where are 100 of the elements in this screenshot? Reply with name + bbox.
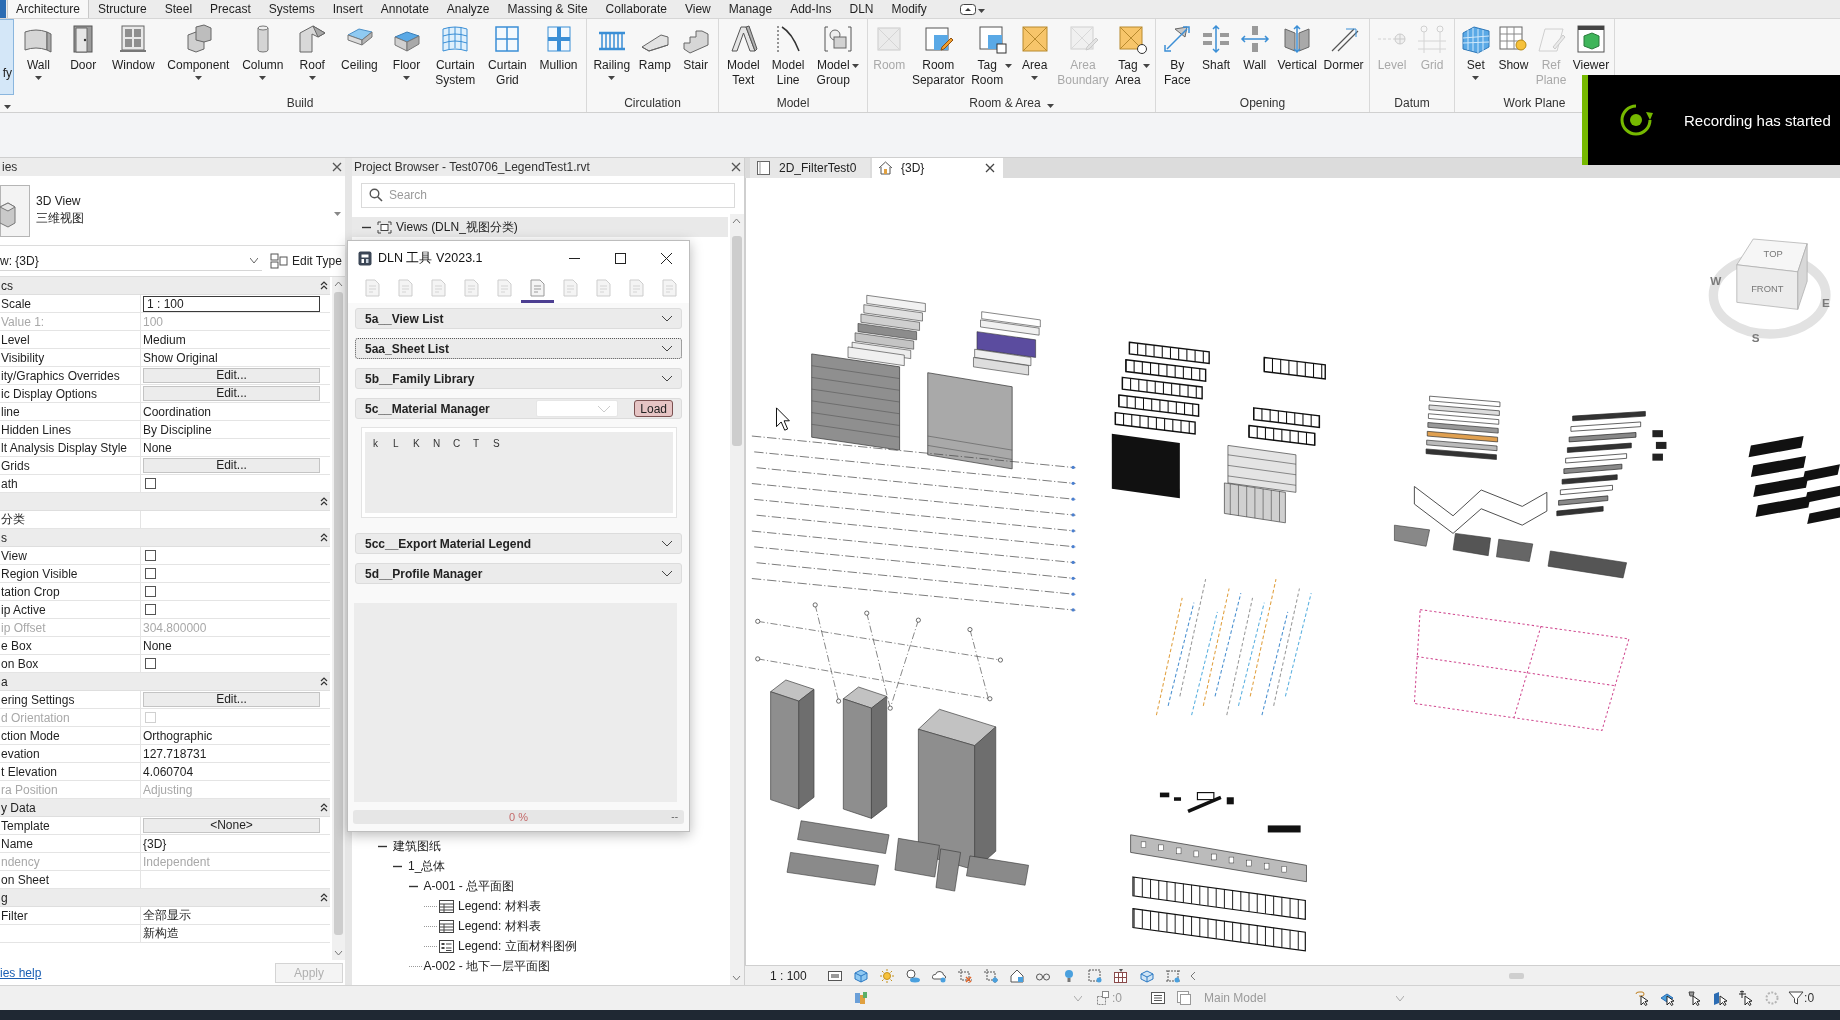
- section-header[interactable]: 5cc__Export Material Legend: [355, 533, 682, 554]
- section-header[interactable]: 5a__View List: [355, 308, 682, 329]
- ribbon-tool-button[interactable]: Room Separator: [910, 19, 966, 88]
- close-icon[interactable]: [985, 163, 995, 173]
- ribbon-tab[interactable]: Precast: [201, 0, 260, 18]
- close-icon[interactable]: [332, 162, 342, 172]
- cube-icon[interactable]: [852, 967, 869, 984]
- ribbon-tool-button[interactable]: Area: [1017, 19, 1052, 80]
- ribbon-tool-button[interactable]: Ceiling: [340, 19, 379, 73]
- edit-button[interactable]: Edit...: [143, 368, 320, 383]
- shadow-icon[interactable]: [904, 967, 921, 984]
- tree-item[interactable]: A-001 - 总平面图: [423, 877, 515, 895]
- edit-button[interactable]: Edit...: [143, 458, 320, 473]
- checkbox[interactable]: [145, 658, 156, 669]
- section-header[interactable]: 5c__Material Manager Load: [355, 398, 682, 419]
- document-tab[interactable]: 2D_FilterTest0: [750, 158, 870, 178]
- ribbon-tab[interactable]: Structure: [89, 0, 156, 18]
- ribbon-tab[interactable]: Insert: [323, 0, 372, 18]
- ribbon-tool-button[interactable]: Model Line: [770, 19, 806, 88]
- edit-button[interactable]: <None>: [143, 818, 320, 833]
- tree-header-row[interactable]: Views (DLN_视图分类): [352, 217, 728, 237]
- edit-type-button[interactable]: Edit Type: [270, 253, 342, 269]
- ribbon-tool-button[interactable]: Column: [241, 19, 285, 80]
- search-field[interactable]: Search: [361, 182, 735, 208]
- ribbon-tool-button[interactable]: Floor: [389, 19, 424, 80]
- scale-field[interactable]: 1 : 100: [143, 295, 320, 312]
- property-group-header[interactable]: g: [0, 889, 330, 907]
- help-link[interactable]: ies help: [0, 965, 42, 980]
- ribbon-tab[interactable]: Analyze: [437, 0, 499, 18]
- tree-item[interactable]: 建筑图纸: [392, 837, 441, 855]
- section-header[interactable]: 5d__Profile Manager: [355, 563, 682, 584]
- ribbon-tab[interactable]: DLN: [840, 0, 883, 18]
- modify-button[interactable]: fy: [0, 19, 14, 95]
- collapse-icon[interactable]: [320, 893, 328, 902]
- ribbon-tool-button[interactable]: Ramp: [637, 19, 672, 73]
- ribbon-tool-button[interactable]: Curtain Grid: [487, 19, 528, 88]
- checkbox[interactable]: [145, 550, 156, 561]
- ribbon-tool-button[interactable]: Tag Area: [1114, 19, 1151, 88]
- ribbon-tool-button[interactable]: Dormer: [1322, 19, 1365, 73]
- chevron-down-icon[interactable]: [661, 375, 673, 382]
- ribbon-tool-button[interactable]: Show: [1496, 19, 1531, 73]
- link-select-icon[interactable]: [1634, 990, 1651, 1006]
- scrollbar-thumb[interactable]: [1508, 972, 1524, 979]
- ribbon-tool-button[interactable]: Model Text: [726, 19, 761, 88]
- grid-box-icon[interactable]: [1112, 967, 1129, 984]
- ribbon-tool-button[interactable]: Wall: [21, 19, 56, 80]
- ribbon-tab[interactable]: Collaborate: [596, 0, 676, 18]
- property-group-header[interactable]: y Data: [0, 799, 330, 817]
- tree-item[interactable]: Legend: 材料表: [458, 897, 541, 915]
- house-icon[interactable]: [1008, 967, 1025, 984]
- tree-item[interactable]: 1_总体: [408, 857, 446, 875]
- tree-item[interactable]: Legend: 材料表: [458, 917, 541, 935]
- ribbon-tool-button[interactable]: Door: [66, 19, 101, 73]
- ribbon-tool-button[interactable]: Component: [166, 19, 231, 80]
- ribbon-tab[interactable]: Manage: [719, 0, 782, 18]
- scrollbar-track[interactable]: [332, 277, 345, 960]
- view-scale[interactable]: 1 : 100: [770, 968, 807, 983]
- scrollbar-thumb[interactable]: [334, 292, 343, 936]
- instance-dropdown[interactable]: w: {3D}: [0, 251, 262, 271]
- scrollbar-thumb[interactable]: [732, 236, 742, 447]
- tree-item[interactable]: A-002 - 地下一层平面图: [423, 957, 551, 975]
- dotted-ring-icon[interactable]: [1764, 990, 1781, 1006]
- ribbon-tool-button[interactable]: Set: [1458, 19, 1493, 80]
- face-select-icon[interactable]: [1712, 990, 1729, 1006]
- close-icon[interactable]: [731, 162, 741, 172]
- collapse-icon[interactable]: [320, 497, 328, 506]
- edit-button[interactable]: Edit...: [143, 692, 320, 707]
- ribbon-tool-button[interactable]: Window: [110, 19, 156, 73]
- edit-button[interactable]: Edit...: [143, 386, 320, 401]
- section-header[interactable]: 5aa_Sheet List: [355, 338, 682, 359]
- collapse-icon[interactable]: [320, 281, 328, 290]
- ribbon-tab[interactable]: Steel: [155, 0, 202, 18]
- checkbox[interactable]: [145, 478, 156, 489]
- filter-icon[interactable]: [1788, 990, 1805, 1006]
- ribbon-tool-button[interactable]: Stair: [678, 19, 713, 73]
- chevron-down-icon[interactable]: [661, 540, 673, 547]
- ribbon-tool-button[interactable]: Roof: [295, 19, 330, 80]
- ribbon-tool-button[interactable]: Railing: [592, 19, 632, 80]
- load-button[interactable]: Load: [634, 400, 673, 417]
- ribbon-tab[interactable]: Architecture: [7, 0, 90, 18]
- ribbon-tab[interactable]: Annotate: [371, 0, 438, 18]
- ribbon-tool-button[interactable]: Curtain System: [434, 19, 477, 88]
- crop-icon[interactable]: [956, 967, 973, 984]
- chevron-down-icon[interactable]: [661, 315, 673, 322]
- chevron-down-icon[interactable]: [661, 345, 673, 352]
- document-tab[interactable]: {3D}: [872, 158, 1003, 178]
- ribbon-tab[interactable]: View: [675, 0, 720, 18]
- checkbox[interactable]: [145, 586, 156, 597]
- ribbon-tool-button[interactable]: Shaft: [1199, 19, 1234, 73]
- tree-item[interactable]: Views (DLN_视图分类): [396, 218, 518, 236]
- ribbon-tool-button[interactable]: Vertical: [1276, 19, 1318, 73]
- scrollbar-track[interactable]: [730, 214, 744, 985]
- ribbon-tool-button[interactable]: Viewer: [1571, 19, 1611, 73]
- ribbon-tab[interactable]: Add-Ins: [781, 0, 841, 18]
- tree-item[interactable]: Legend: 立面材料图例: [458, 937, 577, 955]
- selection-box-icon[interactable]: [1096, 990, 1112, 1006]
- layers-icon[interactable]: [1176, 990, 1192, 1006]
- drag-select-icon[interactable]: [1738, 990, 1755, 1006]
- ribbon-tool-button[interactable]: By Face: [1160, 19, 1195, 88]
- list-icon[interactable]: [1150, 990, 1166, 1006]
